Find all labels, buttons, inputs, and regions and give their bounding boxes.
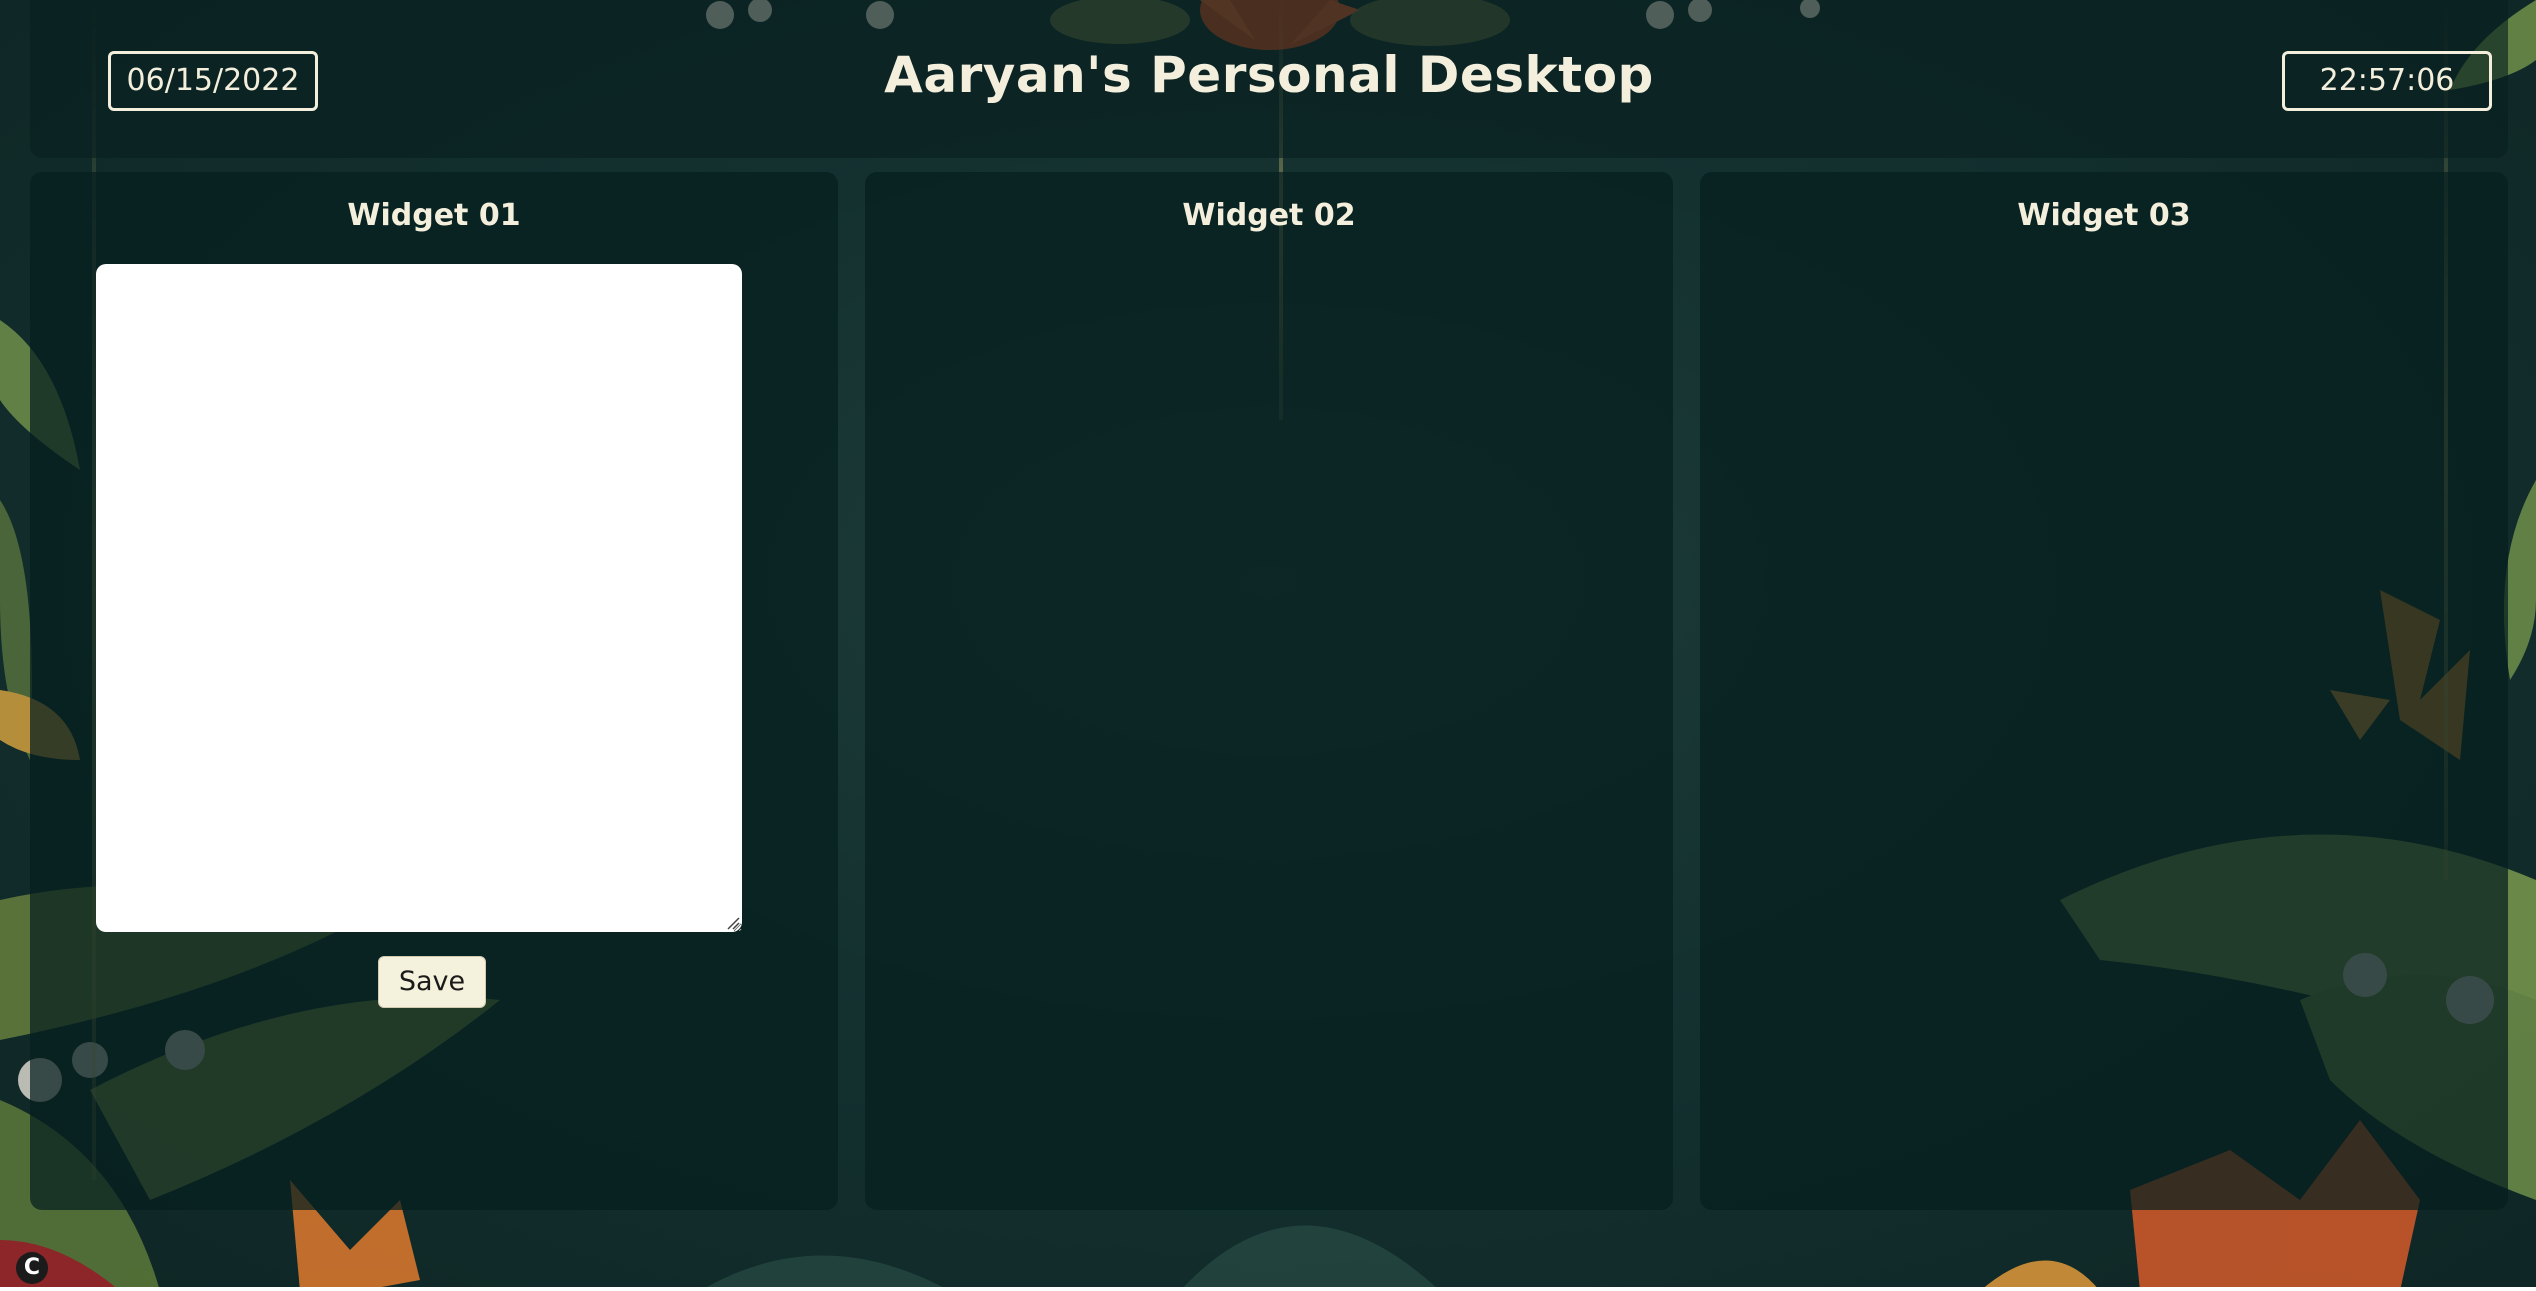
header-bar: 06/15/2022 Aaryan's Personal Desktop 22:… [30, 0, 2508, 158]
desktop-background: 06/15/2022 Aaryan's Personal Desktop 22:… [0, 0, 2536, 1291]
widget-title: Widget 02 [1182, 198, 1356, 233]
widget-03: Widget 03 [1700, 172, 2508, 1210]
page-bottom-edge [0, 1287, 2536, 1291]
save-button[interactable]: Save [378, 956, 486, 1008]
widget-title: Widget 01 [347, 198, 521, 233]
widget-01: Widget 01 Save [30, 172, 838, 1210]
clock-display: 22:57:06 [2282, 51, 2492, 111]
c-logo-icon[interactable]: C [16, 1252, 48, 1284]
notes-textarea[interactable] [96, 264, 742, 932]
widget-title: Widget 03 [2017, 198, 2191, 233]
resize-grip-icon[interactable] [726, 916, 740, 930]
widget-02: Widget 02 [865, 172, 1673, 1210]
page-title: Aaryan's Personal Desktop [884, 46, 1654, 104]
